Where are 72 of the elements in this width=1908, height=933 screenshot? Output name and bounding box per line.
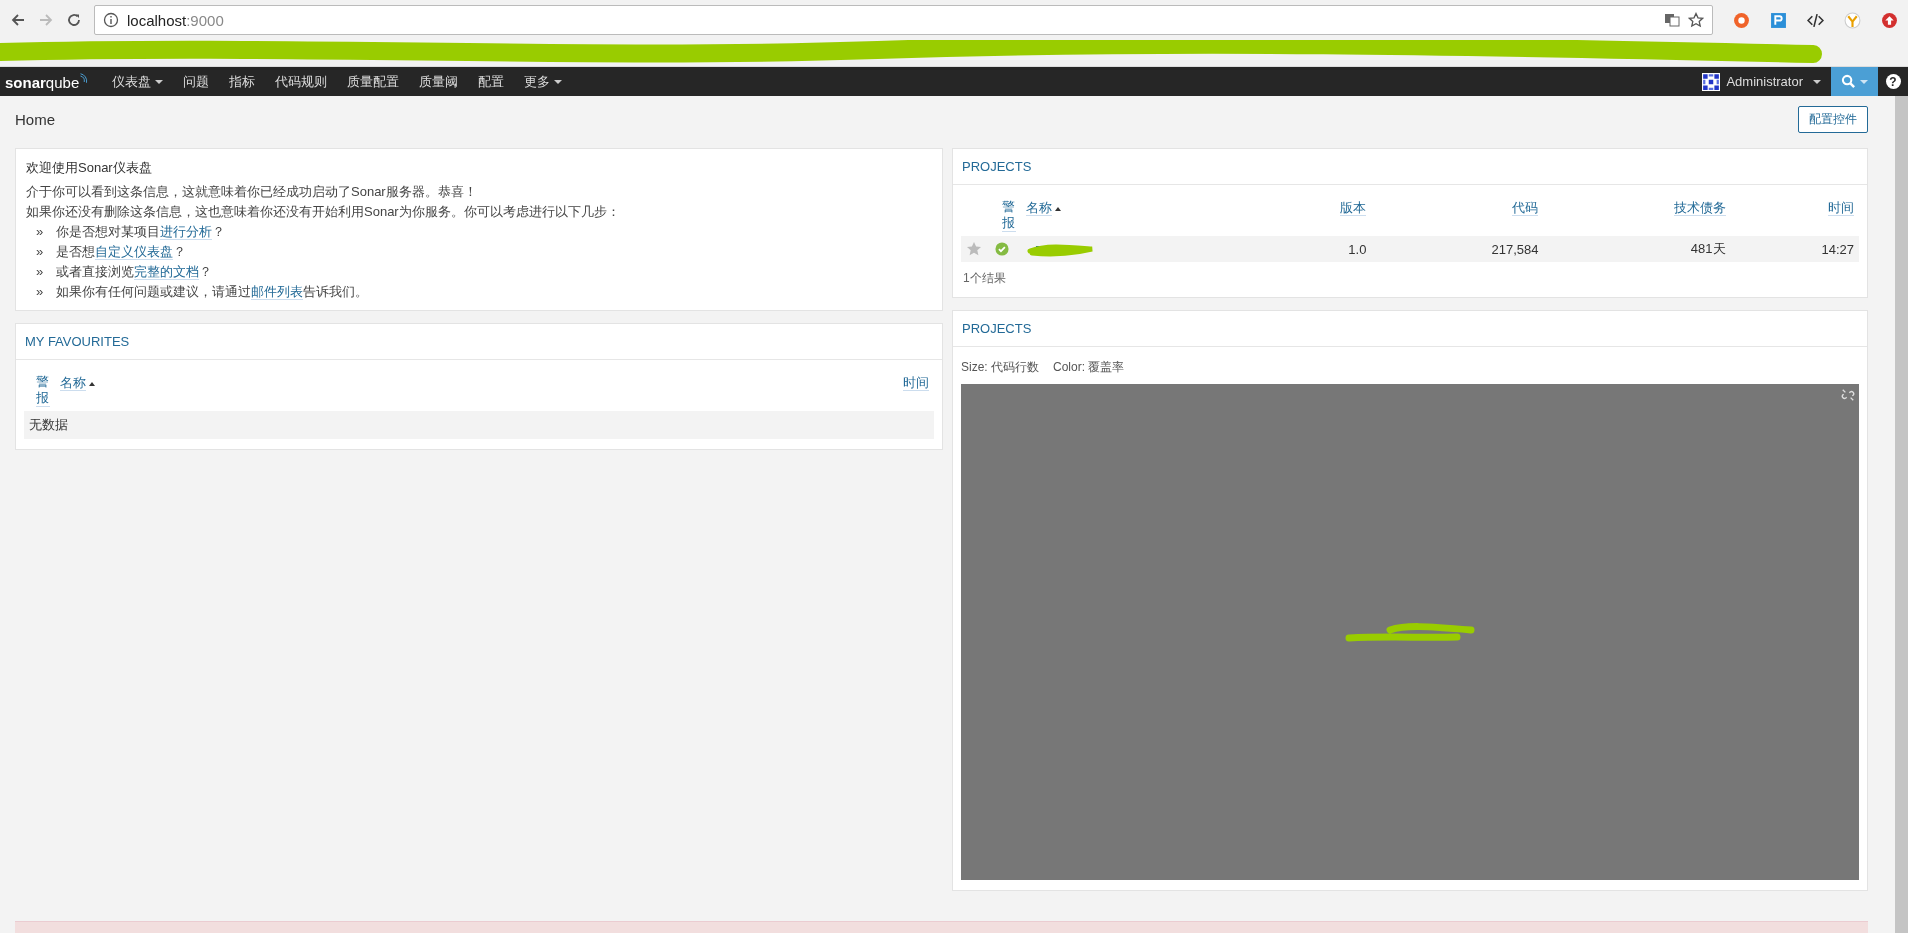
sort-icon	[1055, 206, 1062, 211]
link[interactable]: 邮件列表	[251, 284, 303, 300]
column-header[interactable]: 技术债务	[1673, 200, 1726, 216]
favorite-star-icon[interactable]	[966, 241, 982, 257]
result-count: 1个结果	[962, 270, 1007, 287]
info-icon	[103, 12, 119, 28]
empty-message: 无数据	[29, 417, 68, 432]
step-text: 如果你有任何问题或建议，请通过邮件列表告诉我们。	[56, 283, 368, 302]
nav-item[interactable]: 质量配置	[337, 67, 410, 96]
step-text: 或者直接浏览完整的文档？	[56, 263, 212, 282]
sort-icon	[89, 381, 96, 386]
table-cell: 217,584	[1371, 236, 1544, 262]
bullet-mark: »	[36, 263, 45, 281]
back-icon[interactable]	[10, 12, 26, 28]
column-header[interactable]: 版本	[1340, 200, 1367, 216]
column-header[interactable]: 时间	[1828, 200, 1854, 216]
widget-title: MY FAVOURITES	[16, 324, 942, 360]
bullet-mark: »	[36, 223, 45, 241]
configure-widgets-button[interactable]: 配置控件	[1798, 105, 1868, 133]
column-header[interactable]: 警报	[36, 374, 51, 407]
welcome-text: 介于你可以看到这条信息，这就意味着你已经成功启动了Sonar服务器。恭喜！	[26, 183, 478, 201]
caret-icon	[554, 79, 563, 84]
unlink-icon[interactable]	[1841, 388, 1855, 402]
nav-item[interactable]: 问题	[173, 67, 220, 96]
nav-item[interactable]: 配置	[468, 67, 515, 96]
nav-item[interactable]: 指标	[219, 67, 266, 96]
welcome-text: 如果你还没有删除这条信息，这也意味着你还没有开始利用Sonar为你服务。你可以考虑进行以下几步：	[26, 203, 621, 221]
treemap-tile[interactable]	[961, 384, 1859, 880]
column-header[interactable]: 时间	[903, 375, 929, 391]
extension-icon[interactable]	[1770, 11, 1787, 29]
caret-icon	[155, 79, 164, 84]
help-button[interactable]: ?	[1878, 67, 1908, 96]
table-cell: 14:27	[1730, 236, 1859, 262]
table-cell: 1.0	[1262, 236, 1372, 262]
bullet-mark: »	[36, 243, 45, 261]
column-header[interactable]: 警报	[1002, 199, 1017, 232]
address-bar[interactable]: localhost:9000	[94, 5, 1713, 35]
search-button[interactable]	[1831, 67, 1878, 96]
bullet-mark: »	[36, 283, 45, 301]
scrollbar[interactable]	[1895, 96, 1908, 933]
search-icon	[1841, 74, 1856, 89]
column-header[interactable]: 名称	[1026, 200, 1053, 216]
url-text: localhost:9000	[127, 11, 224, 29]
link[interactable]: 自定义仪表盘	[95, 244, 173, 260]
forward-icon[interactable]	[38, 12, 54, 28]
widget-title: PROJECTS	[953, 311, 1867, 347]
column-header[interactable]: 名称	[60, 375, 87, 391]
step-text: 是否想自定义仪表盘？	[56, 243, 186, 262]
nav-item[interactable]: 更多	[514, 67, 573, 96]
link[interactable]: 进行分析	[160, 224, 212, 240]
reload-icon[interactable]	[66, 12, 82, 28]
step-text: 你是否想对某项目进行分析？	[56, 223, 225, 242]
link[interactable]: 完整的文档	[134, 264, 199, 280]
extension-icon[interactable]	[1844, 11, 1861, 29]
color-legend: Color: 覆盖率	[1053, 359, 1125, 376]
size-legend: Size: 代码行数	[961, 359, 1039, 376]
widget-title: PROJECTS	[953, 149, 1867, 185]
table-cell: 481天	[1543, 236, 1731, 262]
column-header[interactable]: 代码	[1512, 200, 1539, 216]
extension-icon[interactable]	[1881, 11, 1898, 29]
bookmark-star-icon[interactable]	[1688, 12, 1704, 28]
user-menu[interactable]: Administrator	[1692, 67, 1831, 96]
code-icon[interactable]	[1807, 11, 1824, 29]
nav-item[interactable]: 仪表盘	[102, 67, 174, 96]
sonarqube-logo[interactable]: sonarqube	[0, 72, 103, 91]
welcome-title: 欢迎使用Sonar仪表盘	[26, 159, 153, 177]
translate-icon[interactable]	[1664, 12, 1680, 28]
nav-item[interactable]: 代码规则	[265, 67, 338, 96]
nav-item[interactable]: 质量阈	[409, 67, 469, 96]
page-title: Home	[15, 110, 55, 128]
extension-icon[interactable]	[1733, 11, 1750, 29]
avatar-icon	[1702, 72, 1721, 91]
